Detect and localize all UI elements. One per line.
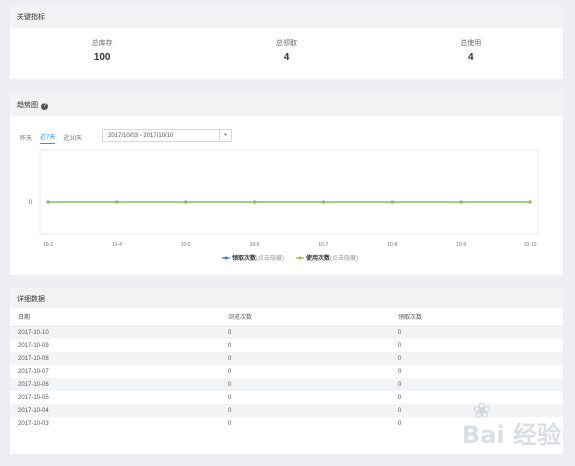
cell-received: 0	[398, 368, 402, 375]
tab-last-7-days[interactable]: 近7天	[40, 132, 56, 144]
watermark: Bai 经验	[461, 421, 561, 449]
data-point	[252, 200, 257, 204]
column-header-date: 日期	[10, 308, 220, 327]
table-row: 2017-10-06 0 0	[10, 378, 563, 391]
cell-views: 0	[228, 394, 232, 401]
cell-views: 0	[220, 352, 390, 365]
x-tick-label: 10-6	[250, 242, 260, 248]
table-row: 2017-10-10 0 0	[10, 326, 563, 339]
trend-chart: 010-3 10-4 10-5 10-6 10-7 10-8 10-9 10-10领取次数 (点…	[29, 149, 539, 262]
legend-label: 使用次数	[305, 254, 331, 262]
cell-date: 2017-10-10	[10, 326, 220, 339]
cell-date: 2017-10-04	[10, 404, 220, 417]
metrics-row: 总库存 100 总领取 4 总使用 4	[10, 28, 563, 63]
x-tick-label: 10-10	[524, 242, 537, 248]
metric-stock: 总库存 100	[10, 38, 194, 63]
cell-views: 0	[220, 404, 390, 417]
chevron-down-icon[interactable]: ▾	[219, 130, 231, 141]
data-point	[390, 200, 394, 204]
tab-last-30-days[interactable]: 近30天	[63, 133, 82, 144]
cell-views: 0	[228, 368, 232, 375]
cell-received: 0	[398, 342, 402, 349]
x-tick-label: 10-5	[181, 242, 191, 248]
cell-received: 0	[390, 352, 563, 365]
legend-hint: (点击隐藏)	[256, 254, 284, 262]
metric-label: 总库存	[91, 40, 113, 47]
metric-value: 4	[468, 52, 474, 63]
trend-header: 趋势图?	[10, 92, 563, 116]
metric-received: 总领取 4	[194, 38, 378, 63]
data-point	[115, 200, 119, 204]
metric-value: 100	[93, 52, 111, 63]
x-tick-label: 10-9	[456, 242, 466, 248]
metric-label: 总使用	[460, 40, 482, 47]
cell-date: 2017-10-03	[18, 420, 49, 427]
date-range-value: 2017/10/03 - 2017/10/10	[108, 133, 174, 139]
table-row: 2017-10-07 0 0	[10, 365, 563, 378]
metric-used: 总使用 4	[379, 38, 563, 63]
detail-title: 详细数据	[10, 288, 563, 308]
metrics-title: 关键指标	[10, 6, 563, 28]
cell-views: 0	[228, 420, 232, 427]
cell-date: 2017-10-06	[10, 378, 220, 391]
legend-marker	[224, 256, 228, 260]
cell-date: 2017-10-05	[18, 394, 49, 401]
trend-panel: 趋势图? 昨天 近7天 近30天 2017/10/03 - 2017/10/10…	[10, 92, 563, 275]
data-point	[184, 200, 188, 204]
cell-date: 2017-10-07	[18, 368, 49, 375]
cell-views: 0	[220, 326, 390, 339]
legend-marker	[298, 256, 302, 260]
metrics-panel: 关键指标 总库存 100 总领取 4 总使用 4	[10, 6, 563, 79]
date-range-picker[interactable]: 2017/10/03 - 2017/10/10 ▾	[102, 129, 232, 142]
column-header-received: 领取次数	[390, 308, 563, 327]
metric-label: 总领取	[275, 40, 297, 47]
table-row: 2017-10-08 0 0	[10, 352, 563, 365]
cell-date: 2017-10-08	[10, 352, 220, 365]
data-point	[528, 200, 532, 204]
legend-label: 领取次数	[232, 254, 257, 262]
trend-title: 趋势图	[17, 102, 38, 109]
metric-value: 4	[283, 52, 290, 63]
x-tick-label: 10-3	[43, 242, 53, 248]
x-tick-label: 10-4	[112, 242, 122, 248]
cell-received: 0	[390, 378, 563, 391]
y-tick-label: 0	[29, 200, 33, 206]
x-tick-label: 10-8	[387, 242, 397, 248]
x-tick-label: 10-7	[318, 242, 328, 248]
range-tabs: 昨天 近7天 近30天	[20, 132, 90, 144]
data-point	[321, 200, 326, 204]
cell-date: 2017-10-09	[18, 342, 49, 349]
tab-yesterday[interactable]: 昨天	[20, 133, 32, 144]
plot-area	[39, 149, 539, 235]
table-row: 2017-10-09 0 0	[10, 339, 563, 352]
cell-received: 0	[390, 326, 563, 339]
column-header-views: 浏览次数	[220, 308, 390, 327]
cell-views: 0	[220, 378, 390, 391]
cell-views: 0	[228, 342, 232, 349]
data-point	[46, 200, 50, 204]
legend-hint: (点击隐藏)	[330, 254, 358, 262]
help-icon[interactable]: ?	[41, 103, 48, 110]
table-header-row: 日期 浏览次数 领取次数	[10, 308, 563, 327]
data-point	[459, 200, 463, 204]
